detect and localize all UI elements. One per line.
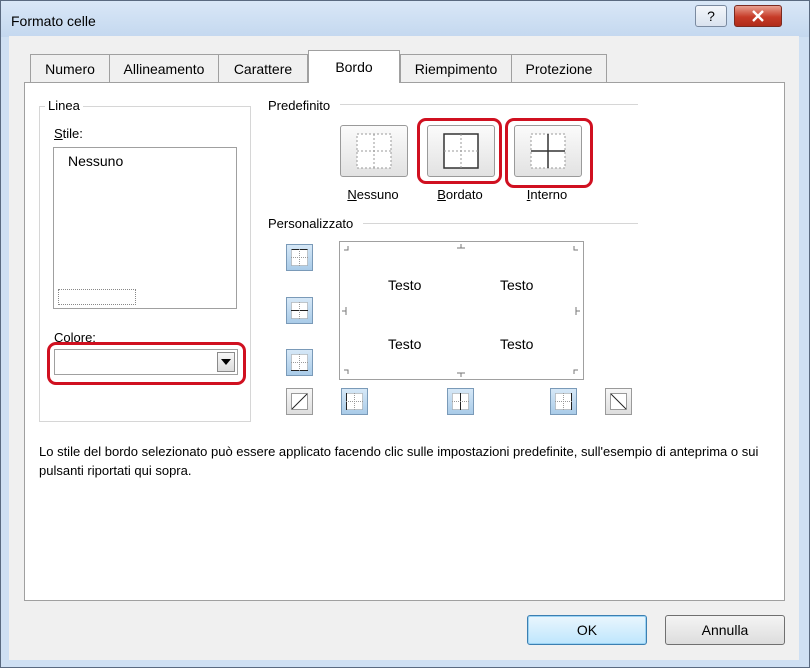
- tab-label: Carattere: [233, 60, 293, 77]
- border-top-icon: [291, 249, 308, 266]
- border-bottom-button[interactable]: [286, 349, 313, 376]
- personalizzato-rule: [363, 223, 638, 224]
- line-style-focus-rect: [58, 289, 136, 305]
- highlight-preset-outline: [417, 118, 502, 184]
- preset-inside-text: nterno: [530, 187, 568, 202]
- border-diagonal-down-button[interactable]: [605, 388, 632, 415]
- border-bottom-icon: [291, 354, 308, 371]
- preset-none-accel: N: [347, 187, 357, 202]
- tab-label: Riempimento: [414, 60, 498, 77]
- border-right-icon: [555, 393, 572, 410]
- tab-label: Protezione: [525, 60, 593, 77]
- preview-text-bottom-left: Testo: [388, 336, 422, 352]
- line-style-none[interactable]: Nessuno: [68, 153, 123, 169]
- highlight-color-dropdown: [47, 342, 246, 385]
- preset-none-label: Nessuno: [333, 187, 413, 202]
- preset-outline-accel: B: [437, 187, 446, 202]
- border-inside-horizontal-icon: [291, 302, 308, 319]
- cancel-label: Annulla: [701, 622, 749, 638]
- title-bar[interactable]: Formato celle ?: [1, 1, 809, 37]
- border-inside-vertical-icon: [452, 393, 469, 410]
- stile-label-text: tile:: [62, 126, 83, 141]
- close-button[interactable]: [734, 5, 782, 27]
- tab-protezione[interactable]: Protezione: [511, 54, 607, 82]
- linea-legend: Linea: [45, 98, 83, 113]
- tab-label: Bordo: [335, 59, 373, 75]
- help-button[interactable]: ?: [695, 5, 727, 27]
- help-icon: ?: [707, 8, 715, 24]
- predefinito-legend: Predefinito: [268, 98, 331, 113]
- border-middle-vertical-button[interactable]: [447, 388, 474, 415]
- line-style-list[interactable]: Nessuno: [53, 147, 237, 309]
- preset-none-text: essuno: [356, 187, 399, 202]
- cancel-button[interactable]: Annulla: [665, 615, 785, 645]
- border-middle-horizontal-button[interactable]: [286, 297, 313, 324]
- stile-accel: S: [54, 126, 63, 141]
- predefinito-rule: [340, 104, 638, 105]
- border-left-button[interactable]: [341, 388, 368, 415]
- preview-text-top-left: Testo: [388, 277, 422, 293]
- ok-label: OK: [576, 622, 598, 638]
- preview-text-bottom-right: Testo: [500, 336, 534, 352]
- border-none-icon: [356, 133, 392, 169]
- tab-label: Numero: [45, 60, 95, 77]
- tab-numero[interactable]: Numero: [30, 54, 110, 82]
- personalizzato-legend: Personalizzato: [268, 216, 354, 231]
- preset-none-button[interactable]: [340, 125, 408, 177]
- border-diagonal-up-button[interactable]: [286, 388, 313, 415]
- border-preview[interactable]: Testo Testo Testo Testo: [339, 241, 584, 380]
- border-left-icon: [346, 393, 363, 410]
- diagonal-up-icon: [291, 393, 308, 410]
- preview-corner-marks: [342, 244, 580, 377]
- tab-carattere[interactable]: Carattere: [218, 54, 308, 82]
- window-title: Formato celle: [11, 13, 96, 29]
- stile-label: Stile:: [54, 126, 83, 141]
- diagonal-down-icon: [610, 393, 627, 410]
- preset-outline-label: Bordato: [420, 187, 500, 202]
- border-top-button[interactable]: [286, 244, 313, 271]
- tab-riempimento[interactable]: Riempimento: [400, 54, 512, 82]
- preview-text-top-right: Testo: [500, 277, 534, 293]
- preset-outline-text: ordato: [445, 187, 483, 202]
- tab-label: Allineamento: [123, 60, 205, 77]
- close-icon: [752, 10, 764, 22]
- preset-inside-label: Interno: [507, 187, 587, 202]
- highlight-preset-inside: [505, 118, 593, 188]
- border-right-button[interactable]: [550, 388, 577, 415]
- help-description: Lo stile del bordo selezionato può esser…: [39, 444, 759, 478]
- tab-bordo[interactable]: Bordo: [308, 50, 400, 83]
- ok-button[interactable]: OK: [527, 615, 647, 645]
- tab-allineamento[interactable]: Allineamento: [109, 54, 219, 82]
